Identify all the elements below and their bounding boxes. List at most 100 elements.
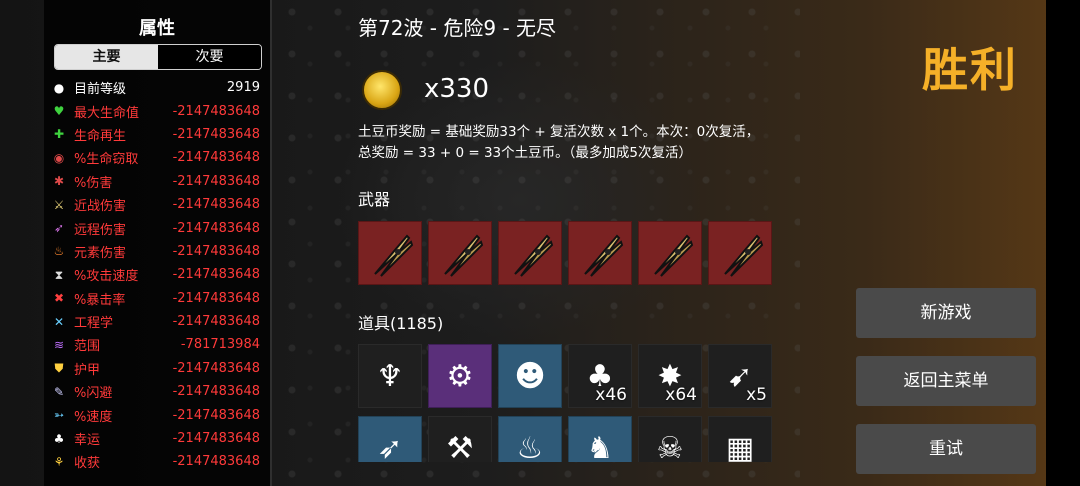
stat-value: -2147483648 [172, 290, 260, 306]
stat-value: -2147483648 [172, 267, 260, 283]
tab-primary[interactable]: 主要 [55, 45, 158, 69]
stat-list: ● 目前等级 2919 ♥ 最大生命值 -2147483648 ✚ 生命再生 -21474836… [52, 76, 260, 474]
potato-coin-icon [362, 70, 402, 110]
item-row-1: ♆ ⚙ ☻ ♣ x46 ✸ x64 ➹ x5 [358, 344, 772, 408]
stat-value: -2147483648 [172, 407, 260, 423]
speed-icon: ➳ [53, 408, 65, 423]
stat-name: 收获 [74, 456, 101, 472]
stat-row: ◉ %生命窃取 -2147483648 [52, 146, 260, 169]
heart-icon: ♥ [53, 104, 65, 119]
level-icon: ● [53, 80, 65, 95]
item-row-2: ➶ ⚒ ♨ ♞ ☠ ▦ [358, 416, 772, 462]
item-slot[interactable]: ⚙ [428, 344, 492, 408]
new-game-button[interactable]: 新游戏 [856, 288, 1036, 338]
stat-row: ✎ %闪避 -2147483648 [52, 380, 260, 403]
stat-row: ♥ 最大生命值 -2147483648 [52, 99, 260, 122]
stats-panel: 属性 主要 次要 ● 目前等级 2919 ♥ 最大生命值 -2147483648 ✚ 生命再生… [44, 0, 272, 486]
stat-name: %生命窃取 [74, 152, 139, 168]
screen-edge [1046, 0, 1080, 486]
weapon-slot[interactable] [638, 221, 702, 285]
demon-icon: ♆ [376, 359, 404, 394]
pruner-icon [374, 234, 414, 277]
item-slot[interactable]: ➶ [358, 416, 422, 462]
lifesteal-icon: ◉ [53, 150, 65, 165]
weapon-slot[interactable] [498, 221, 562, 285]
stat-value: -2147483648 [172, 220, 260, 236]
weapon-slot[interactable] [358, 221, 422, 285]
tab-secondary[interactable]: 次要 [158, 45, 261, 69]
stats-title: 属性 [139, 18, 175, 39]
weapon-slots [358, 221, 772, 285]
item-slot[interactable]: ♆ [358, 344, 422, 408]
stat-row: ✕ 工程学 -2147483648 [52, 310, 260, 333]
stat-row: ⚔ 近战伤害 -2147483648 [52, 193, 260, 216]
stat-name: 护甲 [74, 362, 101, 378]
stat-value: -2147483648 [172, 454, 260, 470]
reward-line-2: 总奖励 = 33 + 0 = 33个土豆币。（最多加成5次复活） [358, 145, 692, 161]
pruner-icon [514, 234, 554, 277]
stat-row: ● 目前等级 2919 [52, 76, 260, 99]
weapon-slot[interactable] [428, 221, 492, 285]
weapon-slot[interactable] [568, 221, 632, 285]
stats-tabs: 主要 次要 [54, 44, 262, 70]
weapon-slot[interactable] [708, 221, 772, 285]
armor-icon: ⛊ [54, 361, 64, 376]
item-slot[interactable]: ♞ [568, 416, 632, 462]
pruner-icon [654, 234, 694, 277]
stat-value: -2147483648 [172, 243, 260, 259]
pig-icon: ♨ [516, 431, 544, 462]
range-icon: ≋ [53, 337, 65, 352]
stat-row: ≋ 范围 -781713984 [52, 333, 260, 356]
stat-name: 近战伤害 [74, 199, 127, 215]
item-slot[interactable]: ⚒ [428, 416, 492, 462]
item-slot[interactable]: ☻ [498, 344, 562, 408]
stat-name: %攻击速度 [74, 269, 139, 285]
stat-value: -781713984 [180, 337, 260, 353]
stat-row: ✚ 生命再生 -2147483648 [52, 123, 260, 146]
melee-icon: ⚔ [53, 197, 65, 212]
stat-row: ♨ 元素伤害 -2147483648 [52, 240, 260, 263]
stat-name: 生命再生 [74, 128, 127, 144]
item-slot[interactable]: ➹ x5 [708, 344, 772, 408]
stat-value: 2919 [226, 80, 260, 96]
stat-name: %暴击率 [74, 292, 126, 308]
feather-icon: ➶ [377, 431, 403, 462]
item-slot[interactable]: ☠ [638, 416, 702, 462]
stat-row: ✱ %伤害 -2147483648 [52, 170, 260, 193]
stat-name: 工程学 [74, 316, 114, 332]
stat-value: -2147483648 [172, 314, 260, 330]
stat-name: 最大生命值 [74, 105, 140, 121]
retry-button[interactable]: 重试 [856, 424, 1036, 474]
stat-name: %闪避 [74, 386, 113, 402]
stat-value: -2147483648 [172, 173, 260, 189]
stat-name: 范围 [74, 339, 101, 355]
item-count: x64 [665, 385, 697, 405]
items-label: 道具(1185) [358, 314, 444, 333]
weapons-label: 武器 [358, 190, 391, 209]
item-slot[interactable]: ♣ x46 [568, 344, 632, 408]
stat-value: -2147483648 [172, 360, 260, 376]
item-slot[interactable]: ✸ x64 [638, 344, 702, 408]
item-count: x46 [595, 385, 627, 405]
luck-icon: ♣ [53, 431, 65, 446]
engineering-icon: ✕ [53, 314, 65, 329]
reward-line-1: 土豆币奖励 = 基础奖励33个 + 复活次数 x 1个。本次：0次复活， [358, 124, 760, 140]
item-slot[interactable]: ▦ [708, 416, 772, 462]
item-slot[interactable]: ♨ [498, 416, 562, 462]
stat-value: -2147483648 [172, 126, 260, 142]
stat-row: ⚘ 收获 -2147483648 [52, 450, 260, 473]
attack-speed-icon: ⧗ [54, 267, 64, 282]
damage-icon: ✱ [53, 174, 65, 189]
stat-name: %速度 [74, 409, 113, 425]
rabbit-icon: ♞ [586, 431, 614, 462]
stat-row: ➳ %速度 -2147483648 [52, 403, 260, 426]
stat-row: ✖ %暴击率 -2147483648 [52, 287, 260, 310]
main-menu-button[interactable]: 返回主菜单 [856, 356, 1036, 406]
stat-name: %伤害 [74, 175, 113, 191]
stat-name: 元素伤害 [74, 245, 127, 261]
stat-value: -2147483648 [172, 431, 260, 447]
skull-icon: ☠ [656, 431, 684, 462]
pruner-icon [724, 234, 764, 277]
harvest-icon: ⚘ [53, 454, 65, 469]
coin-count: x330 [424, 74, 490, 104]
